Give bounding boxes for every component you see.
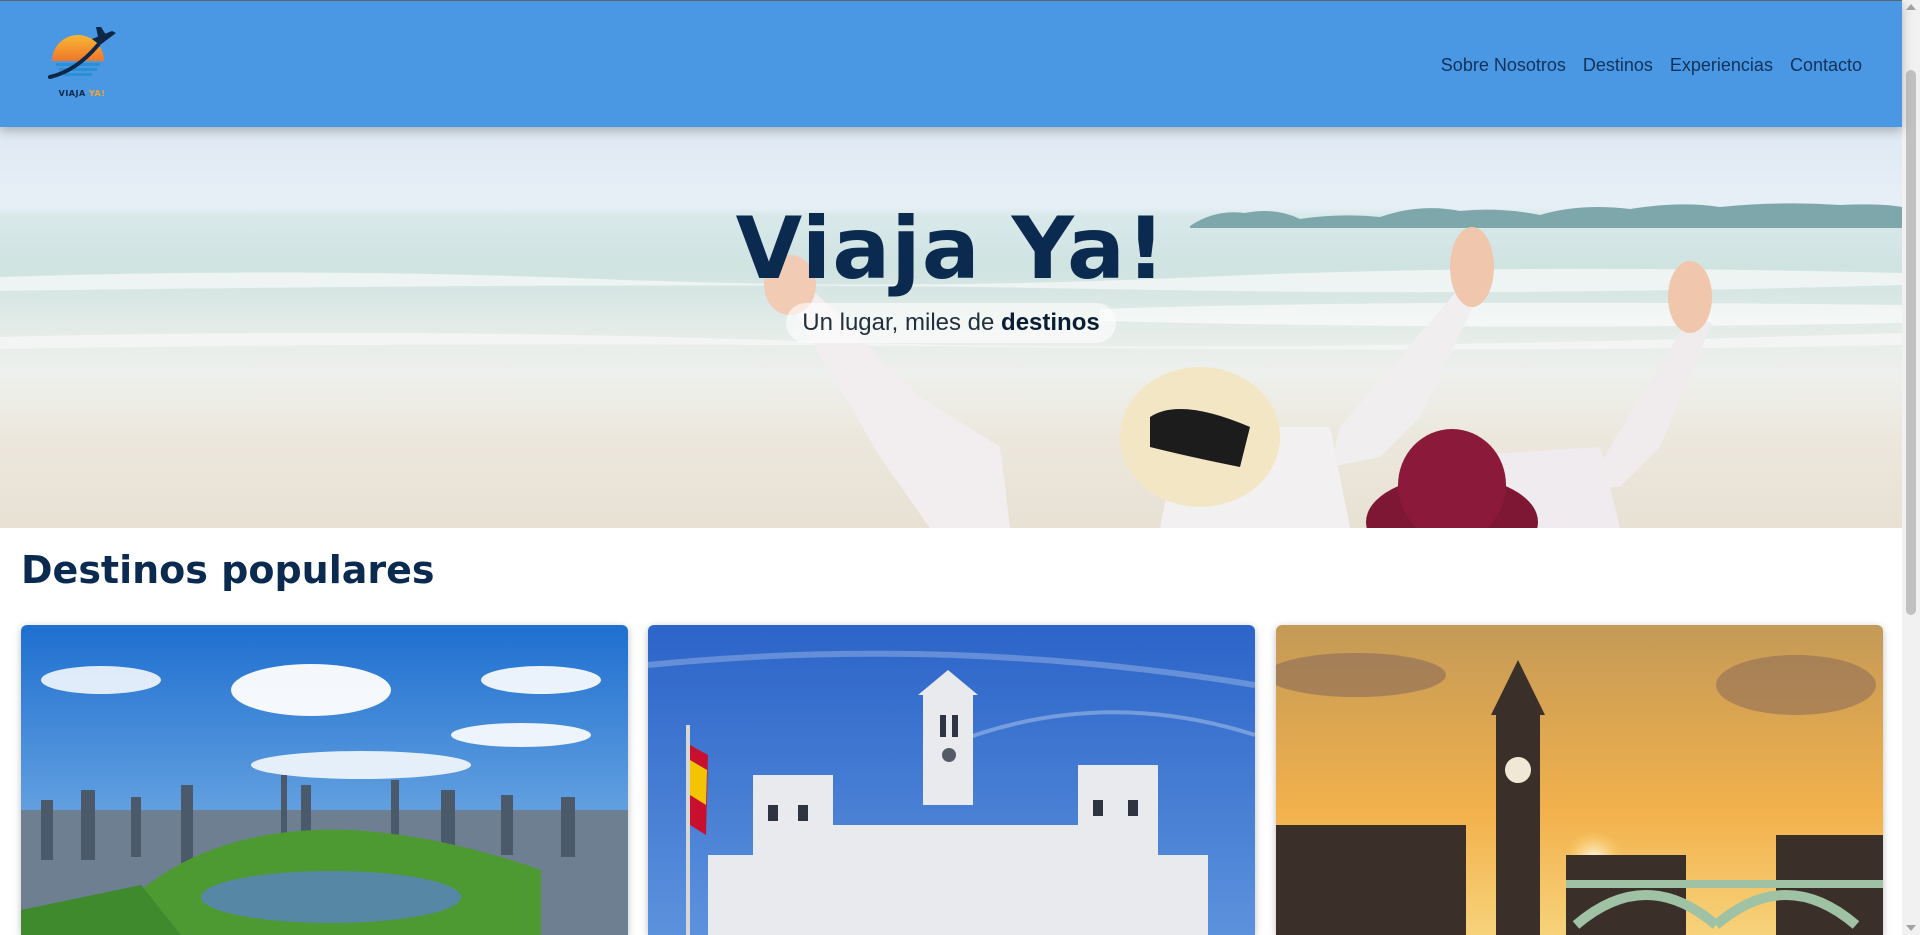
page-scrollbar[interactable] <box>1902 0 1920 935</box>
hero-title: Viaja Ya! <box>735 199 1167 299</box>
logo-text: VIAJA YA! <box>58 89 106 98</box>
nav-sobre-nosotros[interactable]: Sobre Nosotros <box>1441 55 1566 76</box>
scroll-down-icon[interactable] <box>1906 925 1916 931</box>
nav-contacto[interactable]: Contacto <box>1790 55 1862 76</box>
destination-card-new-york[interactable] <box>21 625 628 935</box>
hero-subtitle-bold: destinos <box>1001 309 1100 336</box>
logo-plane-sunset-icon <box>48 27 116 79</box>
section-title: Destinos populares <box>21 548 435 592</box>
destination-card-madrid[interactable] <box>648 625 1255 935</box>
hero-subtitle: Un lugar, miles de destinos <box>786 303 1116 343</box>
destination-card-london[interactable] <box>1276 625 1883 935</box>
nav-experiencias[interactable]: Experiencias <box>1670 55 1773 76</box>
london-big-ben-photo <box>1276 625 1883 935</box>
madrid-cibeles-palace-photo <box>648 625 1255 935</box>
scroll-up-icon[interactable] <box>1906 4 1916 10</box>
nav-destinos[interactable]: Destinos <box>1583 55 1653 76</box>
scroll-thumb[interactable] <box>1906 70 1916 615</box>
new-york-central-park-photo <box>21 625 628 935</box>
site-header: VIAJA YA! Sobre Nosotros Destinos Experi… <box>0 0 1902 127</box>
logo[interactable]: VIAJA YA! <box>46 23 118 103</box>
main-nav: Sobre Nosotros Destinos Experiencias Con… <box>1441 55 1862 76</box>
hero-banner: Viaja Ya! Un lugar, miles de destinos <box>0 127 1902 528</box>
hero-subtitle-prefix: Un lugar, miles de <box>802 309 995 336</box>
